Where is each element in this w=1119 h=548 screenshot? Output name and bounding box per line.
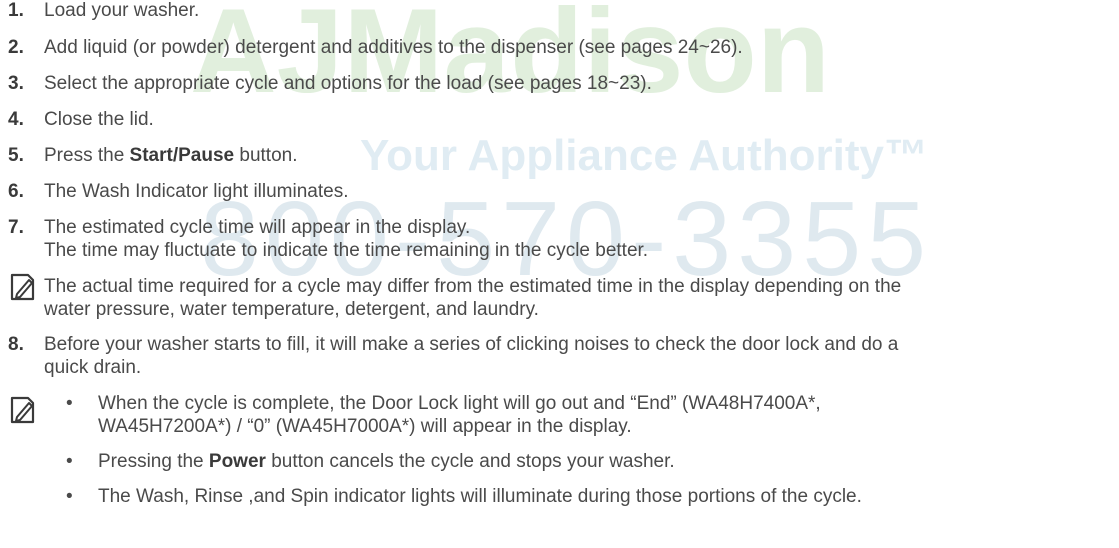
step-number: 1.	[8, 0, 24, 21]
note-pencil-icon	[10, 273, 35, 301]
step-text: Load your washer.	[44, 0, 200, 21]
bullet: •	[66, 393, 73, 414]
bullet-text: When the cycle is complete, the Door Loc…	[98, 393, 821, 414]
step-number: 2.	[8, 37, 24, 58]
step-number: 4.	[8, 109, 24, 130]
step-number: 7.	[8, 217, 24, 238]
bullet: •	[66, 451, 73, 472]
step-number: 6.	[8, 181, 24, 202]
step-text: Press the Start/Pause button.	[44, 145, 298, 166]
note-pencil-icon	[10, 396, 35, 424]
bullet-text: WA45H7200A*) / “0” (WA45H7000A*) will ap…	[98, 416, 632, 437]
bullet-text: Pressing the Power button cancels the cy…	[98, 451, 675, 472]
step-text: The Wash Indicator light illuminates.	[44, 181, 349, 202]
watermark-tagline: Your Appliance Authority™	[360, 131, 928, 180]
bullet: •	[66, 486, 73, 507]
start-pause-label: Start/Pause	[129, 145, 235, 166]
step-number: 8.	[8, 334, 24, 355]
step-text: Before your washer starts to fill, it wi…	[44, 334, 899, 355]
step-number: 3.	[8, 73, 24, 94]
step-text: The estimated cycle time will appear in …	[44, 217, 471, 238]
bullet-text: The Wash, Rinse ,and Spin indicator ligh…	[98, 486, 862, 507]
step-text: Close the lid.	[44, 109, 154, 130]
note-text: water pressure, water temperature, deter…	[44, 299, 539, 320]
watermark-brand: AJMadison	[190, 0, 830, 118]
step-text: The time may fluctuate to indicate the t…	[44, 240, 649, 261]
note-text: The actual time required for a cycle may…	[44, 276, 902, 297]
step-text: Add liquid (or powder) detergent and add…	[44, 37, 743, 58]
power-label: Power	[208, 451, 266, 472]
step-text: quick drain.	[44, 357, 142, 378]
step-number: 5.	[8, 145, 24, 166]
step-text: Select the appropriate cycle and options…	[44, 73, 652, 94]
